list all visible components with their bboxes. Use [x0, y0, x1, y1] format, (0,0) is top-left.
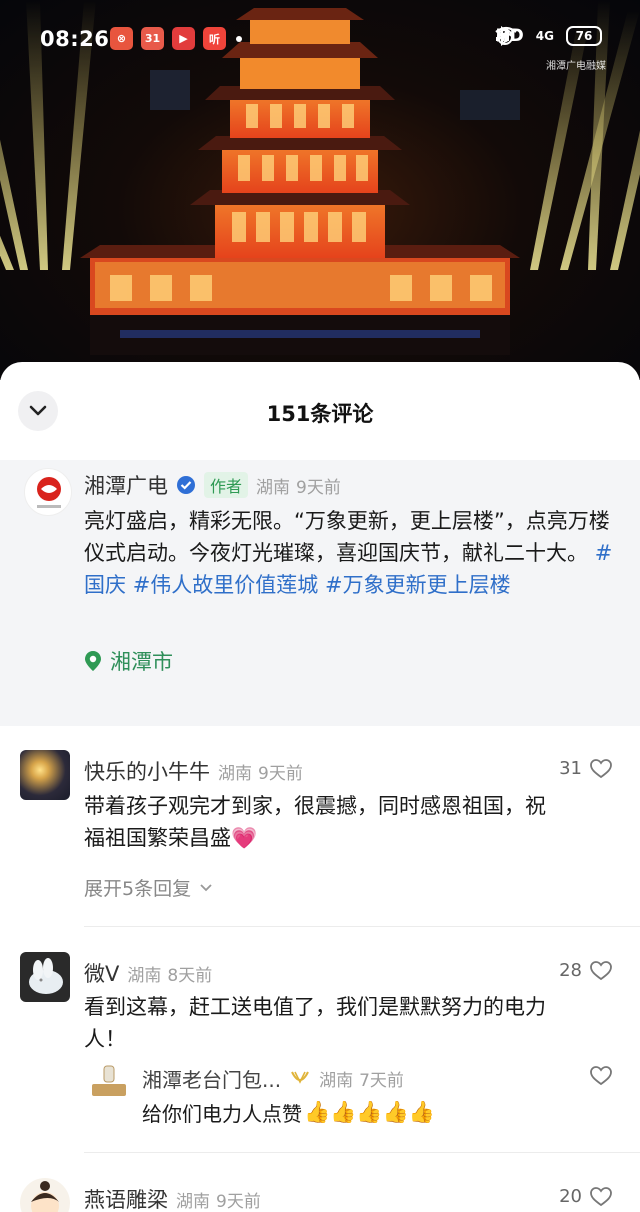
comment-divider	[84, 926, 640, 927]
author-header: 湘潭广电 作者 湖南 9天前	[84, 470, 341, 500]
comment-text: 看到这幕，赶工送电值了，我们是默默努力的电力 人！	[84, 991, 624, 1055]
reply-text: 给你们电力人点赞 👍👍👍👍👍	[142, 1098, 435, 1127]
reply-region: 湖南	[319, 1071, 354, 1091]
channel-watermark: 湘潭广电融媒	[546, 61, 606, 72]
like-button[interactable]	[590, 1066, 612, 1086]
comment-header: 燕语雕梁 湖南 9天前	[84, 1184, 261, 1212]
expand-replies-label: 展开5条回复	[84, 878, 192, 900]
listen-app-icon: 听	[203, 27, 226, 50]
heart-outline-icon	[590, 1066, 612, 1086]
battery-indicator: 76	[566, 26, 602, 46]
hashtag-link[interactable]: #万象更新更上层楼	[325, 573, 511, 597]
comment-text: 带着孩子观完才到家，很震撼，同时感恩祖国，祝 福祖国繁荣昌盛💗	[84, 790, 624, 854]
comment-region: 湖南	[127, 965, 162, 986]
thumbs-up-emoji: 👍👍👍👍👍	[304, 1100, 435, 1124]
like-button[interactable]: 31	[559, 758, 612, 779]
comment-time: 9天前	[258, 763, 303, 784]
signal-bars-icon	[496, 30, 510, 41]
author-name[interactable]: 湘潭广电	[84, 470, 168, 500]
comment-region: 湖南	[218, 763, 252, 784]
commenter-name[interactable]: 燕语雕梁	[84, 1184, 168, 1212]
comments-sheet: 151条评论 湘潭广电 作者 湖南 9天前 亮灯盛启，精彩无限。“万象更新，更上…	[0, 362, 640, 1212]
expand-replies-button[interactable]: 展开5条回复	[84, 874, 213, 901]
notification-app-icons: ⊗ 31 ▶ 听	[110, 27, 242, 50]
comments-header: 151条评论	[0, 362, 640, 460]
commenter-avatar[interactable]	[20, 952, 70, 1002]
comment-header: 微V 湖南 8天前	[84, 958, 212, 988]
laotaimen-logo-icon	[92, 1065, 126, 1096]
commenter-avatar[interactable]	[20, 750, 70, 800]
ribbon-badge-icon	[291, 1071, 309, 1084]
author-region: 湖南	[256, 477, 291, 498]
author-time: 9天前	[296, 477, 341, 498]
comment-text-line: 福祖国繁荣昌盛💗	[84, 822, 624, 854]
author-comment-text: 亮灯盛启，精彩无限。“万象更新，更上层楼”，点亮万楼仪式启动。今夜灯光璀璨，喜迎…	[84, 505, 624, 601]
status-time: 08:26	[40, 27, 110, 51]
cartoon-girl-avatar-icon	[31, 1181, 59, 1212]
like-count: 28	[559, 960, 582, 981]
author-tag-badge: 作者	[204, 472, 249, 498]
comment-header: 快乐的小牛牛 湖南 9天前	[84, 756, 303, 786]
more-notifications-dot	[236, 36, 242, 42]
comment-time: 9天前	[216, 1191, 261, 1212]
video-player[interactable]: 08:26 ⊗ 31 ▶ 听 HD 4G 76 湘潭广电融媒	[0, 0, 640, 380]
app-31-icon: 31	[141, 27, 164, 50]
jade-rabbit-avatar-icon	[29, 958, 63, 994]
verified-badge-icon	[177, 476, 195, 494]
comment-region: 湖南	[176, 1191, 210, 1212]
reply-time: 7天前	[359, 1071, 404, 1091]
heart-outline-icon	[590, 1186, 612, 1206]
commenter-name[interactable]: 快乐的小牛牛	[84, 756, 210, 786]
status-bar: 08:26 ⊗ 31 ▶ 听 HD 4G 76 湘潭广电融媒	[0, 0, 640, 80]
location-tag[interactable]: 湘潭市	[84, 646, 173, 676]
xiangtan-tv-logo-icon	[37, 477, 61, 508]
like-count: 20	[559, 1186, 582, 1207]
like-button[interactable]: 20	[559, 1186, 612, 1207]
author-comment-body: 亮灯盛启，精彩无限。“万象更新，更上层楼”，点亮万楼仪式启动。今夜灯光璀璨，喜迎…	[84, 509, 610, 565]
reply-avatar[interactable]	[86, 1060, 132, 1106]
comment-text-line: 人！	[84, 1027, 126, 1051]
comment-text-line: 带着孩子观完才到家，很震撼，同时感恩祖国，祝	[84, 794, 546, 818]
like-button[interactable]: 28	[559, 960, 612, 981]
reply-header: 湘潭老台门包... 湖南 7天前	[142, 1064, 404, 1093]
like-count: 31	[559, 758, 582, 779]
qq-icon: ⊗	[110, 27, 133, 50]
reply-body: 给你们电力人点赞	[142, 1102, 302, 1126]
location-text: 湘潭市	[110, 650, 173, 674]
comment-time: 8天前	[167, 965, 213, 986]
location-pin-icon	[85, 651, 101, 671]
author-comment[interactable]: 湘潭广电 作者 湖南 9天前 亮灯盛启，精彩无限。“万象更新，更上层楼”，点亮万…	[0, 460, 640, 726]
heart-outline-icon	[590, 758, 612, 778]
reply-author-name[interactable]: 湘潭老台门包...	[142, 1064, 281, 1093]
heart-outline-icon	[590, 960, 612, 980]
comments-count-title: 151条评论	[266, 402, 374, 426]
system-indicators: HD 4G 76	[495, 26, 602, 46]
chevron-down-icon	[200, 883, 212, 891]
hashtag-link[interactable]: #伟人故里价值莲城	[133, 573, 319, 597]
commenter-avatar[interactable]	[20, 1178, 70, 1212]
comment-text-line: 看到这幕，赶工送电值了，我们是默默努力的电力	[84, 995, 546, 1019]
comment-divider	[84, 1152, 640, 1153]
author-avatar[interactable]	[24, 468, 72, 516]
pink-heart-emoji: 💗	[231, 826, 258, 850]
signal-4g-label: 4G	[535, 29, 554, 43]
commenter-name[interactable]: 微V	[84, 958, 119, 988]
comment-text-line-2: 福祖国繁荣昌盛	[84, 826, 231, 850]
video-app-icon: ▶	[172, 27, 195, 50]
